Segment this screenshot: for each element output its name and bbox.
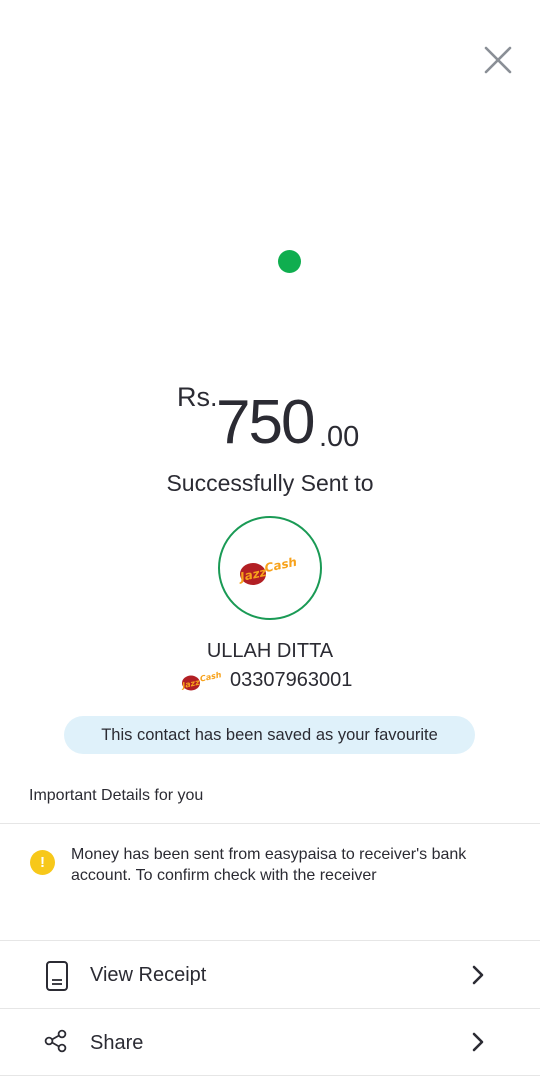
svg-text:Cash: Cash [263, 555, 298, 575]
divider [0, 1075, 540, 1076]
share-button[interactable]: Share [0, 1010, 540, 1076]
amount-display: Rs. 750 .00 [0, 378, 540, 458]
view-receipt-button[interactable]: View Receipt [0, 942, 540, 1008]
share-label: Share [90, 1032, 144, 1054]
svg-text:Cash: Cash [199, 670, 222, 683]
divider [0, 940, 540, 941]
chevron-right-icon [472, 1032, 484, 1052]
favourite-saved-banner: This contact has been saved as your favo… [64, 716, 475, 754]
amount-currency: Rs. [177, 382, 218, 412]
info-note-text: Money has been sent from easypaisa to re… [71, 846, 467, 884]
recipient-name: ULLAH DITTA [206, 640, 334, 662]
amount-whole: 750 [216, 388, 315, 457]
share-icon [44, 1029, 67, 1053]
amount-decimal: .00 [319, 421, 360, 453]
warning-icon: ! [30, 850, 55, 875]
close-button[interactable] [478, 40, 518, 80]
recipient-number: 03307963001 [230, 668, 353, 691]
success-message: Successfully Sent to [166, 470, 374, 496]
success-indicator-icon [278, 250, 301, 273]
recipient-account: Jazz Cash 03307963001 [180, 668, 352, 692]
view-receipt-label: View Receipt [90, 964, 207, 986]
jazzcash-logo-icon: Jazz Cash [237, 555, 298, 585]
divider [0, 1008, 540, 1009]
details-heading: Important Details for you [29, 787, 204, 804]
divider [0, 823, 540, 824]
close-icon [484, 46, 512, 74]
chevron-right-icon [472, 965, 484, 985]
transaction-success-screen: Rs. 750 .00 Successfully Sent to Jazz Ca… [0, 0, 540, 1077]
jazzcash-small-logo-icon: Jazz Cash [180, 670, 223, 690]
recipient-avatar: Jazz Cash [218, 516, 322, 620]
receipt-icon [46, 961, 68, 991]
